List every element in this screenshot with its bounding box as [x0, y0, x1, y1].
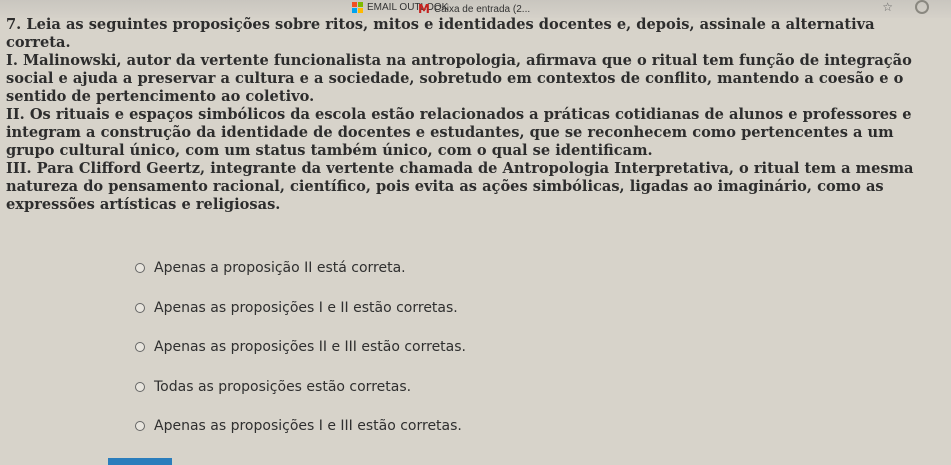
option-b[interactable]: Apenas as proposições I e II estão corre… [135, 298, 695, 318]
option-label: Apenas a proposição II está correta. [154, 260, 406, 276]
question-statement: 7. Leia as seguintes proposições sobre r… [6, 16, 875, 51]
option-a[interactable]: Apenas a proposição II está correta. [135, 258, 695, 278]
option-label: Apenas as proposições II e III estão cor… [154, 339, 466, 355]
proposition-1: I. Malinowski, autor da vertente funcion… [6, 52, 912, 105]
proposition-3: III. Para Clifford Geertz, integrante da… [6, 160, 914, 213]
bookmark-gmail-inbox[interactable]: M Caixa de entrada (2... [418, 2, 530, 16]
radio-button[interactable] [135, 342, 145, 352]
option-label: Todas as proposições estão corretas. [154, 378, 412, 395]
radio-button[interactable] [135, 381, 145, 392]
option-c[interactable]: Apenas as proposições II e III estão cor… [135, 337, 695, 357]
microsoft-icon [352, 2, 363, 13]
answer-options: Apenas a proposição II está correta. Ape… [135, 258, 695, 456]
bookmark-label: Caixa de entrada (2... [433, 3, 531, 15]
option-e[interactable]: Apenas as proposições I e III estão corr… [135, 416, 695, 436]
radio-button[interactable] [135, 421, 145, 431]
option-label: Apenas as proposições I e III estão corr… [154, 418, 462, 434]
submit-button[interactable] [108, 458, 172, 465]
option-d[interactable]: Todas as proposições estão corretas. [135, 377, 695, 397]
profile-icon[interactable] [915, 0, 929, 14]
star-icon[interactable]: ☆ [882, 0, 893, 14]
proposition-2: II. Os rituais e espaços simbólicos da e… [6, 106, 912, 159]
gmail-icon: M [418, 2, 430, 16]
radio-button[interactable] [135, 302, 145, 313]
option-label: Apenas as proposições I e II estão corre… [154, 299, 458, 316]
radio-button[interactable] [135, 263, 145, 273]
question-block: 7. Leia as seguintes proposições sobre r… [6, 16, 926, 214]
